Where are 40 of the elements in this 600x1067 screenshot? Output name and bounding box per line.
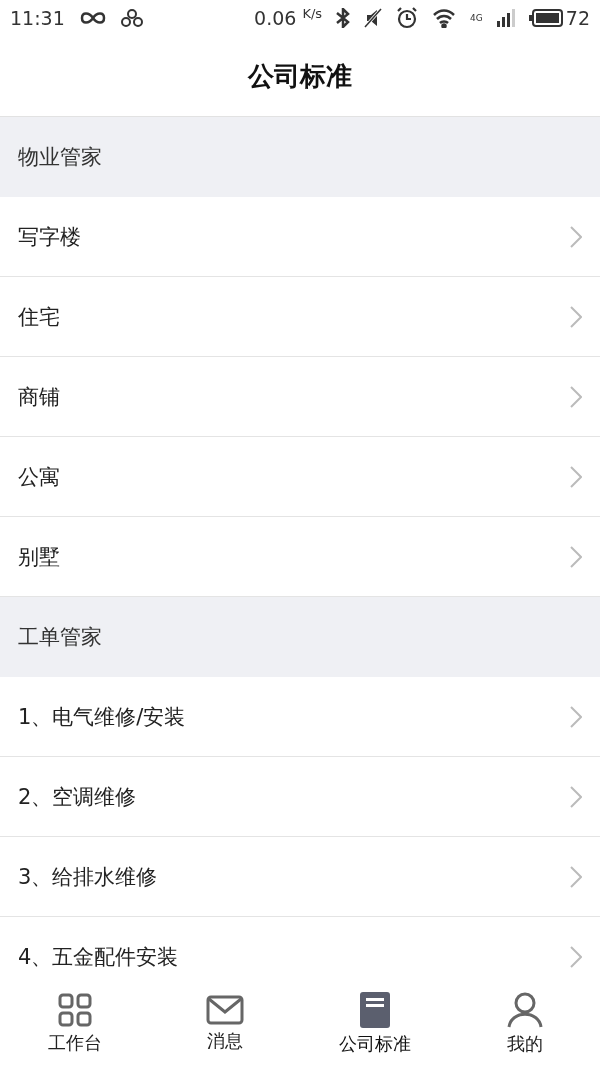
chevron-right-icon xyxy=(570,465,582,488)
book-icon xyxy=(360,991,390,1028)
nav-tab[interactable]: 工作台 xyxy=(0,980,150,1067)
wifi-icon xyxy=(432,8,457,28)
grid-icon xyxy=(58,992,92,1027)
battery-level: 72 xyxy=(565,7,590,29)
item-label: 写字楼 xyxy=(18,223,81,251)
chevron-right-icon xyxy=(570,705,582,728)
item-label: 公寓 xyxy=(18,463,60,491)
page-title: 公司标准 xyxy=(248,59,352,93)
item-label: 别墅 xyxy=(18,543,60,571)
network-speed: 0.06 $^{K/s}$ xyxy=(254,6,323,30)
status-time: 11:31 xyxy=(10,7,65,29)
signal-icon xyxy=(496,9,515,27)
chevron-right-icon xyxy=(570,545,582,568)
infinity-icon xyxy=(78,11,107,25)
battery-icon xyxy=(528,9,563,27)
alarm-icon xyxy=(396,7,419,29)
section-title: 工单管家 xyxy=(18,624,102,651)
item-label: 住宅 xyxy=(18,303,60,331)
network-type: 4G xyxy=(470,13,483,23)
item-label: 2、空调维修 xyxy=(18,783,137,811)
nav-tab[interactable]: 消息 xyxy=(150,980,300,1067)
mail-icon xyxy=(206,994,244,1025)
nav-tab[interactable]: 我的 xyxy=(450,980,600,1067)
chevron-right-icon xyxy=(570,945,582,968)
chevron-right-icon xyxy=(570,865,582,888)
nav-tab[interactable]: 公司标准 xyxy=(300,980,450,1067)
bluetooth-icon xyxy=(336,8,351,28)
chevron-right-icon xyxy=(570,225,582,248)
chevron-right-icon xyxy=(570,385,582,408)
item-label: 3、给排水维修 xyxy=(18,863,158,891)
item-label: 4、五金配件安装 xyxy=(18,943,179,971)
item-label: 商铺 xyxy=(18,383,60,411)
user-icon xyxy=(507,991,543,1028)
chevron-right-icon xyxy=(570,785,582,808)
section-title: 物业管家 xyxy=(18,144,102,171)
chevron-right-icon xyxy=(570,305,582,328)
mute-icon xyxy=(364,8,383,28)
item-label: 1、电气维修/安装 xyxy=(18,703,186,731)
